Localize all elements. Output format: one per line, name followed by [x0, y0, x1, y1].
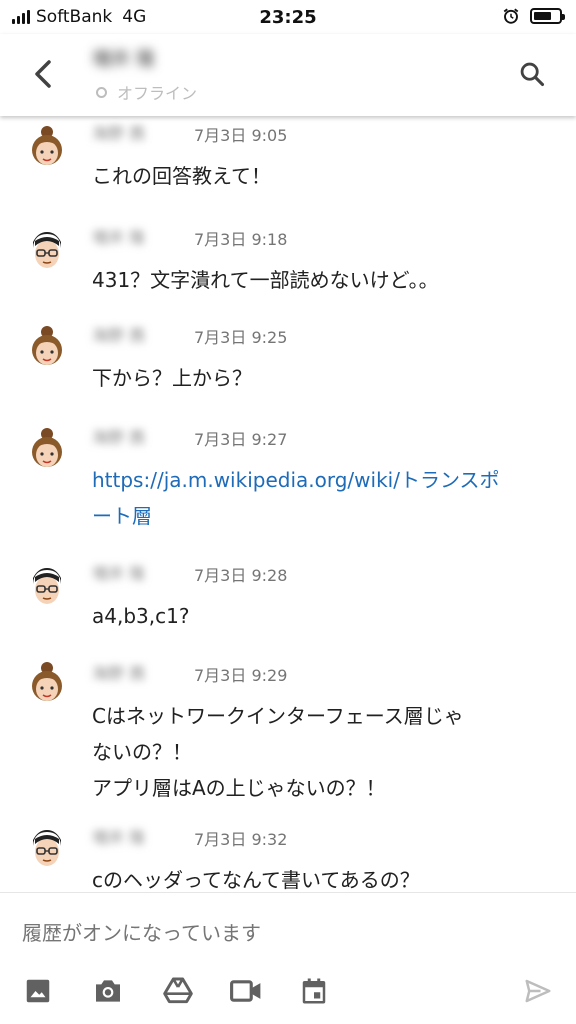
gallery-button[interactable]	[18, 971, 58, 1011]
image-icon	[26, 979, 50, 1003]
female-avatar-icon	[32, 428, 62, 467]
google-drive-icon	[163, 977, 193, 1004]
message-time: 7月3日 9:29	[194, 666, 288, 685]
search-icon	[520, 62, 545, 87]
status-bar: SoftBank 4G 23:25	[0, 0, 576, 34]
message-time: 7月3日 9:25	[194, 328, 288, 347]
alarm-icon	[503, 8, 519, 24]
network-label: 4G	[122, 7, 147, 27]
message-time: 7月3日 9:28	[194, 566, 288, 585]
presence-status: オフライン	[96, 80, 197, 104]
message-text: 下から？上から？	[92, 366, 252, 390]
sender-name: 海野 茜	[92, 326, 146, 345]
send-icon	[525, 979, 551, 1003]
contact-name: 増井 隆	[92, 48, 156, 70]
message-time: 7月3日 9:27	[194, 430, 288, 449]
message-time: 7月3日 9:32	[194, 830, 288, 849]
female-avatar-icon	[32, 662, 62, 701]
message-text: Cはネットワークインターフェース層じゃ ないの？！ アプリ層はAの上じゃないの？…	[92, 704, 464, 800]
search-button[interactable]	[512, 54, 552, 94]
female-avatar-icon	[32, 326, 62, 365]
video-call-button[interactable]	[226, 971, 266, 1011]
message-time: 7月3日 9:05	[194, 126, 288, 145]
send-button[interactable]	[518, 971, 558, 1011]
calendar-button[interactable]	[294, 971, 334, 1011]
female-avatar-icon	[32, 126, 62, 165]
male-avatar-icon	[33, 568, 61, 604]
message-text: cのヘッダってなんて書いてあるの？	[92, 868, 420, 892]
video-camera-icon	[230, 980, 261, 1002]
sender-name: 増井 隆	[92, 564, 146, 583]
message-text: 431？文字潰れて一部読めないけど。。	[92, 268, 439, 292]
chevron-left-icon	[35, 60, 51, 88]
male-avatar-icon	[33, 830, 61, 866]
message-text: これの回答教えて！	[92, 164, 271, 188]
sender-name: 海野 茜	[92, 124, 146, 143]
battery-icon	[530, 8, 565, 24]
calendar-icon	[302, 978, 326, 1004]
sender-name: 増井 隆	[92, 828, 146, 847]
message-time: 7月3日 9:18	[194, 230, 288, 249]
chat-header: 増井 隆 オフライン	[0, 34, 576, 116]
back-button[interactable]	[22, 52, 66, 96]
sender-name: 海野 茜	[92, 428, 146, 447]
signal-icon	[12, 10, 30, 24]
status-time: 23:25	[259, 6, 317, 28]
composer-toolbar	[0, 971, 576, 1011]
presence-dot-icon	[96, 86, 107, 98]
message-input[interactable]	[22, 921, 522, 945]
carrier-label: SoftBank	[36, 7, 113, 27]
presence-label: オフライン	[117, 84, 198, 103]
drive-button[interactable]	[158, 971, 198, 1011]
message-text: a4,b3,c1?	[92, 604, 190, 628]
sender-name: 海野 茜	[92, 664, 146, 683]
message-list[interactable]: 海野 茜 7月3日 9:05 これの回答教えて！ 増井 隆 7月3日 9:18 …	[0, 116, 576, 892]
male-avatar-icon	[33, 232, 61, 268]
sender-name: 増井 隆	[92, 228, 146, 247]
camera-icon	[96, 980, 120, 1002]
message-link[interactable]: https://ja.m.wikipedia.org/wiki/トランスポート層	[92, 462, 512, 534]
camera-button[interactable]	[88, 971, 128, 1011]
message-composer	[0, 892, 576, 1024]
